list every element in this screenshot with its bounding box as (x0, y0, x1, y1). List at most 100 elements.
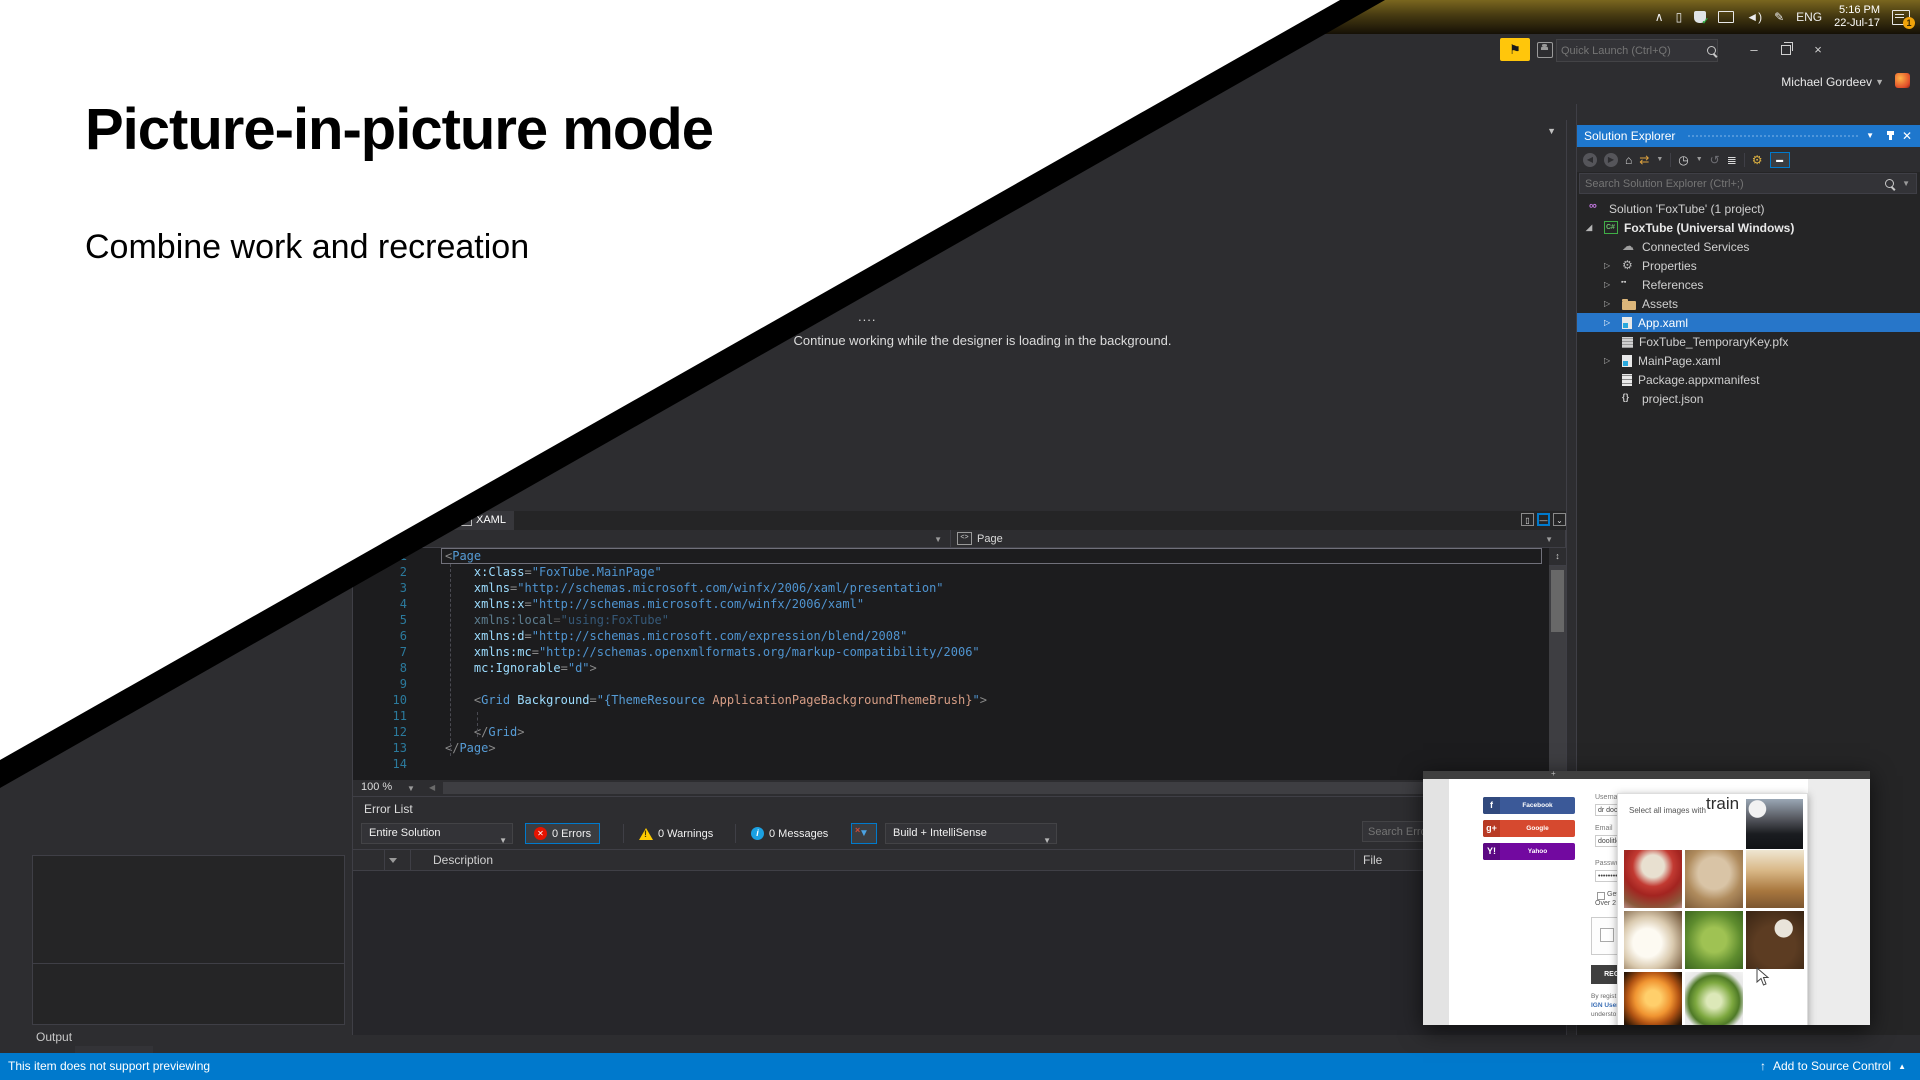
error-scope-dropdown[interactable]: Entire Solution▼ (361, 823, 513, 844)
collapse-pane-button[interactable]: ⌄ (1553, 513, 1566, 526)
signed-in-user[interactable]: Michael Gordeev (1781, 75, 1872, 89)
sync-with-active-document-button[interactable]: ⇄ (1639, 154, 1649, 166)
vertical-split-button[interactable]: ▯ (1521, 513, 1534, 526)
tree-item-solution-foxtube-1-project[interactable]: Solution 'FoxTube' (1 project) (1577, 199, 1920, 218)
filter-button[interactable]: ▼ (851, 823, 877, 844)
horizontal-scrollbar[interactable] (443, 782, 1542, 794)
code-line[interactable]: 12 </Grid> (353, 724, 1566, 740)
tree-item-connected-services[interactable]: Connected Services (1577, 237, 1920, 256)
window-position-chevron-down-icon[interactable]: ▼ (1866, 125, 1874, 147)
tray-chevron-icon[interactable]: ∧ (1655, 11, 1664, 23)
pin-icon[interactable] (1889, 131, 1892, 140)
tree-item-app-xaml[interactable]: ▷App.xaml (1577, 313, 1920, 332)
avatar[interactable] (1895, 73, 1910, 88)
code-line[interactable]: 14 (353, 756, 1566, 772)
expander-closed-icon[interactable]: ▷ (1604, 299, 1622, 308)
close-button[interactable]: × (1804, 40, 1832, 60)
code-line[interactable]: 10 <Grid Background="{ThemeResource Appl… (353, 692, 1566, 708)
yahoo-login-button[interactable]: Y!Yahoo (1483, 843, 1575, 860)
code-line[interactable]: 6 xmlns:d="http://schemas.microsoft.com/… (353, 628, 1566, 644)
solution-explorer-search-box[interactable]: ▼ (1579, 173, 1917, 194)
quick-launch-box[interactable] (1556, 39, 1718, 62)
column-description[interactable]: Description (433, 853, 493, 867)
tree-item-mainpage-xaml[interactable]: ▷MainPage.xaml (1577, 351, 1920, 370)
tree-item-project-json[interactable]: project.json (1577, 389, 1920, 408)
code-line[interactable]: 4 xmlns:x="http://schemas.microsoft.com/… (353, 596, 1566, 612)
recaptcha-checkbox[interactable] (1600, 928, 1614, 942)
usb-device-icon[interactable]: ▯ (1676, 11, 1683, 23)
collapse-all-button[interactable]: ≣ (1727, 154, 1737, 166)
code-line[interactable]: 2 x:Class="FoxTube.MainPage" (353, 564, 1566, 580)
restore-button[interactable] (1772, 40, 1800, 60)
action-center-icon[interactable]: 1 (1892, 10, 1910, 25)
user-menu-chevron-down-icon[interactable]: ▼ (1875, 77, 1884, 87)
column-file[interactable]: File (1363, 853, 1382, 867)
errors-filter-button[interactable]: ✕ 0 Errors (525, 823, 600, 844)
strawberry-cake-tile[interactable] (1624, 850, 1682, 908)
code-line[interactable]: 9 (353, 676, 1566, 692)
column-filter-icon[interactable] (389, 858, 397, 863)
expander-closed-icon[interactable]: ▷ (1604, 356, 1622, 365)
security-shield-icon[interactable] (1694, 11, 1706, 23)
add-to-source-control-button[interactable]: ↑ Add to Source Control ▲ (1760, 1059, 1906, 1073)
tree-item-package-appxmanifest[interactable]: Package.appxmanifest (1577, 370, 1920, 389)
coffee-beans-and-cup-tile[interactable] (1746, 911, 1804, 969)
editor-splitter-handle[interactable]: ↕ (1549, 548, 1566, 566)
volume-icon[interactable]: ◄) (1746, 11, 1762, 23)
solution-explorer-title-bar[interactable]: Solution Explorer ▼ ✕ (1577, 125, 1920, 147)
tree-item-foxtube-universal-windows[interactable]: ◢FoxTube (Universal Windows) (1577, 218, 1920, 237)
chevron-down-icon[interactable]: ▼ (1696, 156, 1703, 163)
close-icon[interactable]: ✕ (1902, 125, 1912, 147)
tree-item-references[interactable]: ▷References (1577, 275, 1920, 294)
caramel-frappe-tile[interactable] (1685, 850, 1743, 908)
chevron-down-icon[interactable]: ▼ (1656, 156, 1663, 163)
quick-launch-input[interactable] (1557, 45, 1707, 57)
salad-plate-tile[interactable] (1685, 972, 1743, 1025)
horizontal-split-button[interactable]: — (1537, 513, 1550, 526)
nav-bar-element-dropdown[interactable]: <> Page ▼ (951, 530, 1566, 547)
refresh-button[interactable]: ↺ (1710, 154, 1720, 166)
code-line[interactable]: 11 (353, 708, 1566, 724)
scrollbar-thumb[interactable] (1551, 570, 1564, 632)
tree-item-properties[interactable]: ▷Properties (1577, 256, 1920, 275)
messages-filter-button[interactable]: i 0 Messages (743, 823, 836, 844)
facebook-login-button[interactable]: fFacebook (1483, 797, 1575, 814)
feedback-icon[interactable] (1537, 42, 1553, 58)
code-line[interactable]: 1<Page (353, 548, 1566, 564)
code-line[interactable]: 5 xmlns:local="using:FoxTube" (353, 612, 1566, 628)
pending-changes-filter-button[interactable]: ◷ (1678, 154, 1688, 166)
tree-item-foxtube-temporarykey-pfx[interactable]: FoxTube_TemporaryKey.pfx (1577, 332, 1920, 351)
properties-wrench-button[interactable]: ⚙ (1752, 154, 1763, 166)
code-line[interactable]: 7 xmlns:mc="http://schemas.openxmlformat… (353, 644, 1566, 660)
pancakes-with-coffee-tile[interactable] (1746, 850, 1804, 908)
forward-button[interactable]: ▶ (1604, 153, 1618, 167)
warnings-filter-button[interactable]: 0 Warnings (631, 823, 721, 844)
expander-closed-icon[interactable]: ▷ (1604, 318, 1622, 327)
tree-item-assets[interactable]: ▷Assets (1577, 294, 1920, 313)
home-button[interactable]: ⌂ (1625, 154, 1632, 166)
language-indicator[interactable]: ENG (1796, 11, 1822, 23)
build-filter-dropdown[interactable]: Build + IntelliSense▼ (885, 823, 1057, 844)
coffee-cup-with-cookie-tile[interactable] (1746, 972, 1804, 1025)
terms-link[interactable]: IGN User (1591, 1002, 1619, 1009)
error-list-body[interactable] (353, 871, 1566, 1035)
google-login-button[interactable]: g+Google (1483, 820, 1575, 837)
back-button[interactable]: ◀ (1583, 153, 1597, 167)
expander-open-icon[interactable]: ◢ (1586, 223, 1604, 232)
hscroll-left-arrow[interactable]: ◀ (429, 783, 435, 792)
newsletter-checkbox[interactable] (1597, 892, 1605, 900)
zoom-level-dropdown[interactable]: 100 % (361, 781, 392, 793)
pen-icon[interactable]: ✎ (1774, 11, 1784, 23)
code-line[interactable]: 13</Page> (353, 740, 1566, 756)
tab-output[interactable]: Output (36, 1030, 72, 1044)
picture-in-picture-overlay[interactable]: + fFacebookg+GoogleY!Yahoo Usernam dr do… (1423, 771, 1870, 1025)
tray-clock[interactable]: 5:16 PM 22-Jul-17 (1834, 4, 1880, 30)
green-salad-tile[interactable] (1685, 911, 1743, 969)
code-line[interactable]: 8 mc:Ignorable="d"> (353, 660, 1566, 676)
chevron-down-icon[interactable]: ▼ (1902, 179, 1910, 188)
glowing-orange-bowl-tile[interactable] (1624, 972, 1682, 1025)
expander-closed-icon[interactable]: ▷ (1604, 261, 1622, 270)
vertical-scrollbar[interactable]: ↕ ▼ (1549, 548, 1566, 780)
notifications-flag-button[interactable]: ⚑ (1500, 38, 1530, 61)
network-icon[interactable] (1718, 11, 1734, 23)
